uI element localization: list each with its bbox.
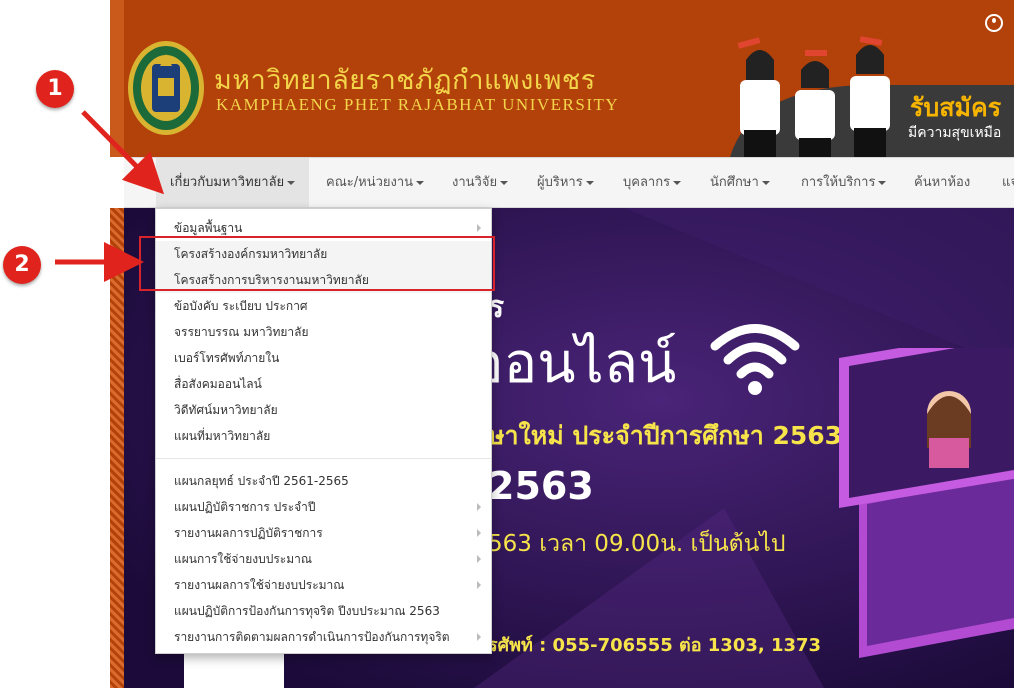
callout-step-2: 2 — [3, 246, 41, 284]
callout-step-1: 1 — [36, 70, 74, 108]
annotation-arrows — [55, 110, 165, 282]
arrow-icon — [81, 110, 165, 195]
